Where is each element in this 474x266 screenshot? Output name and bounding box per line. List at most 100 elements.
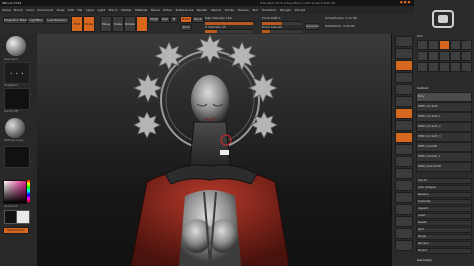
scale-button[interactable]: Scale [112,16,124,32]
subtool-item[interactable]: PM3D_Circle3D_3 [416,132,472,142]
subtool-item[interactable]: Body [416,92,472,102]
rotate-view-button[interactable] [395,192,413,203]
standard-brush-icon[interactable] [6,36,26,56]
texture-thumbnail[interactable] [4,146,30,168]
menu-zscript[interactable]: Zscript [295,8,305,12]
polyf-button[interactable] [395,204,413,215]
menu-light[interactable]: Light [98,8,106,12]
dynamic-button[interactable]: Dynamic [305,23,319,30]
hue-strip[interactable] [27,180,30,202]
live-boolean-button[interactable]: Live Boolean [45,17,69,24]
tool-thumb-1[interactable] [417,40,428,50]
menu-file[interactable]: File [77,8,82,12]
tool-thumb-12[interactable] [428,62,439,72]
menu-brush[interactable]: Brush [14,8,23,12]
menu-material[interactable]: Material [135,8,147,12]
subtool-action-project[interactable]: Project [416,248,472,254]
active-tool-button[interactable] [136,16,148,32]
sculpt-viewport[interactable] [37,34,391,266]
m-button[interactable]: M [170,16,178,23]
move-view-button[interactable] [395,168,413,179]
tool-thumb-4[interactable] [450,40,461,50]
floor-button[interactable] [395,120,413,131]
persp-button[interactable] [395,108,413,119]
tool-thumb-5[interactable] [461,40,472,50]
mrgb-button[interactable]: Mrgb [148,16,160,23]
rgb-button[interactable]: Rgb [160,16,170,23]
tool-thumb-15[interactable] [461,62,472,72]
subtool-item[interactable]: PM3D_Circle3D_1 [416,112,472,122]
projection-master-button[interactable]: Projection Master [3,17,30,24]
menu-stroke[interactable]: Stroke [225,8,235,12]
switch-color-button[interactable]: SwitchColor [3,227,29,234]
subtool-item[interactable]: PM3D_Cube3D_1 [416,152,472,162]
menu-tool[interactable]: Tool [252,8,258,12]
menu-marker[interactable]: Marker [121,8,131,12]
subtool-action-list-all[interactable]: List All [416,178,472,184]
subtool-action-remesh[interactable]: Remesh [416,241,472,247]
transp-button[interactable] [395,216,413,227]
move-button[interactable]: Move [100,16,112,32]
subtool-action-duplicate[interactable]: Duplicate [416,199,472,205]
menu-macro[interactable]: Macro [109,8,118,12]
menu-texture[interactable]: Texture [238,8,249,12]
subtool-action-append[interactable]: Append [416,206,472,212]
menu-draw[interactable]: Draw [57,8,65,12]
subtool-item[interactable]: PM3D_Cylinder3D [416,162,472,172]
menu-movie[interactable]: Movie [151,8,160,12]
subtool-action-auto-collapse[interactable]: Auto Collapse [416,185,472,191]
frame-button[interactable] [395,156,413,167]
subtool-action-merge[interactable]: Merge [416,234,472,240]
tool-thumb-8[interactable] [439,51,450,61]
tool-thumb-9[interactable] [450,51,461,61]
tool-thumb-6[interactable] [417,51,428,61]
color-picker[interactable] [3,180,27,204]
menu-document[interactable]: Document [38,8,54,12]
menu-stencil[interactable]: Stencil [211,8,221,12]
menu-layer[interactable]: Layer [86,8,94,12]
zoom-button[interactable] [395,72,413,83]
menu-color[interactable]: Color [26,8,34,12]
material-sphere-icon[interactable] [5,118,25,138]
rotate-button[interactable]: Rotate [124,16,136,32]
main-color-swatch[interactable] [16,210,30,224]
subtool-action-delete[interactable]: Delete [416,220,472,226]
draw-size-slider[interactable] [262,29,302,33]
window-controls[interactable]: ■ ■ ■ [400,0,410,4]
draw-button[interactable]: Draw [83,16,95,32]
tool-thumb-3[interactable] [439,40,450,50]
aahalf-button[interactable] [395,96,413,107]
subtool-action-rename[interactable]: Rename [416,192,472,198]
menu-transform[interactable]: Transform [262,8,277,12]
subtool-item[interactable]: PM3D_Circle3D [416,102,472,112]
subtool-action-insert[interactable]: Insert [416,213,472,219]
zsub-button[interactable]: Zsub [192,16,204,23]
local-button[interactable] [395,132,413,143]
subtool-item[interactable]: PM3D_Cube3D [416,142,472,152]
bpr-button[interactable] [395,36,413,47]
scroll-button[interactable] [395,60,413,71]
zcut-button[interactable]: Zcut [180,24,192,31]
subtool-action-split[interactable]: Split [416,227,472,233]
stroke-thumbnail[interactable]: • • • [4,62,30,84]
menu-edit[interactable]: Edit [68,8,74,12]
tool-thumb-2[interactable] [428,40,439,50]
xyz-button[interactable] [395,144,413,155]
geometry-header[interactable]: Geometry [417,258,432,262]
menu-preferences[interactable]: Preferences [176,8,194,12]
tool-thumb-7[interactable] [428,51,439,61]
document-canvas[interactable] [37,34,391,266]
zadd-button[interactable]: Zadd [180,16,192,23]
xpose-button[interactable] [395,240,413,251]
actual-button[interactable] [395,84,413,95]
menu-picker[interactable]: Picker [163,8,172,12]
subtool-item[interactable]: PM3D_Circle3D_2 [416,122,472,132]
zoom3d-button[interactable] [395,180,413,191]
spix-button[interactable] [395,48,413,59]
tool-thumb-10[interactable] [461,51,472,61]
menu-render[interactable]: Render [197,8,208,12]
menu-alpha[interactable]: Alpha [2,8,11,12]
solo-button[interactable] [395,228,413,239]
edit-button[interactable]: Edit [71,16,83,32]
tool-thumb-14[interactable] [450,62,461,72]
